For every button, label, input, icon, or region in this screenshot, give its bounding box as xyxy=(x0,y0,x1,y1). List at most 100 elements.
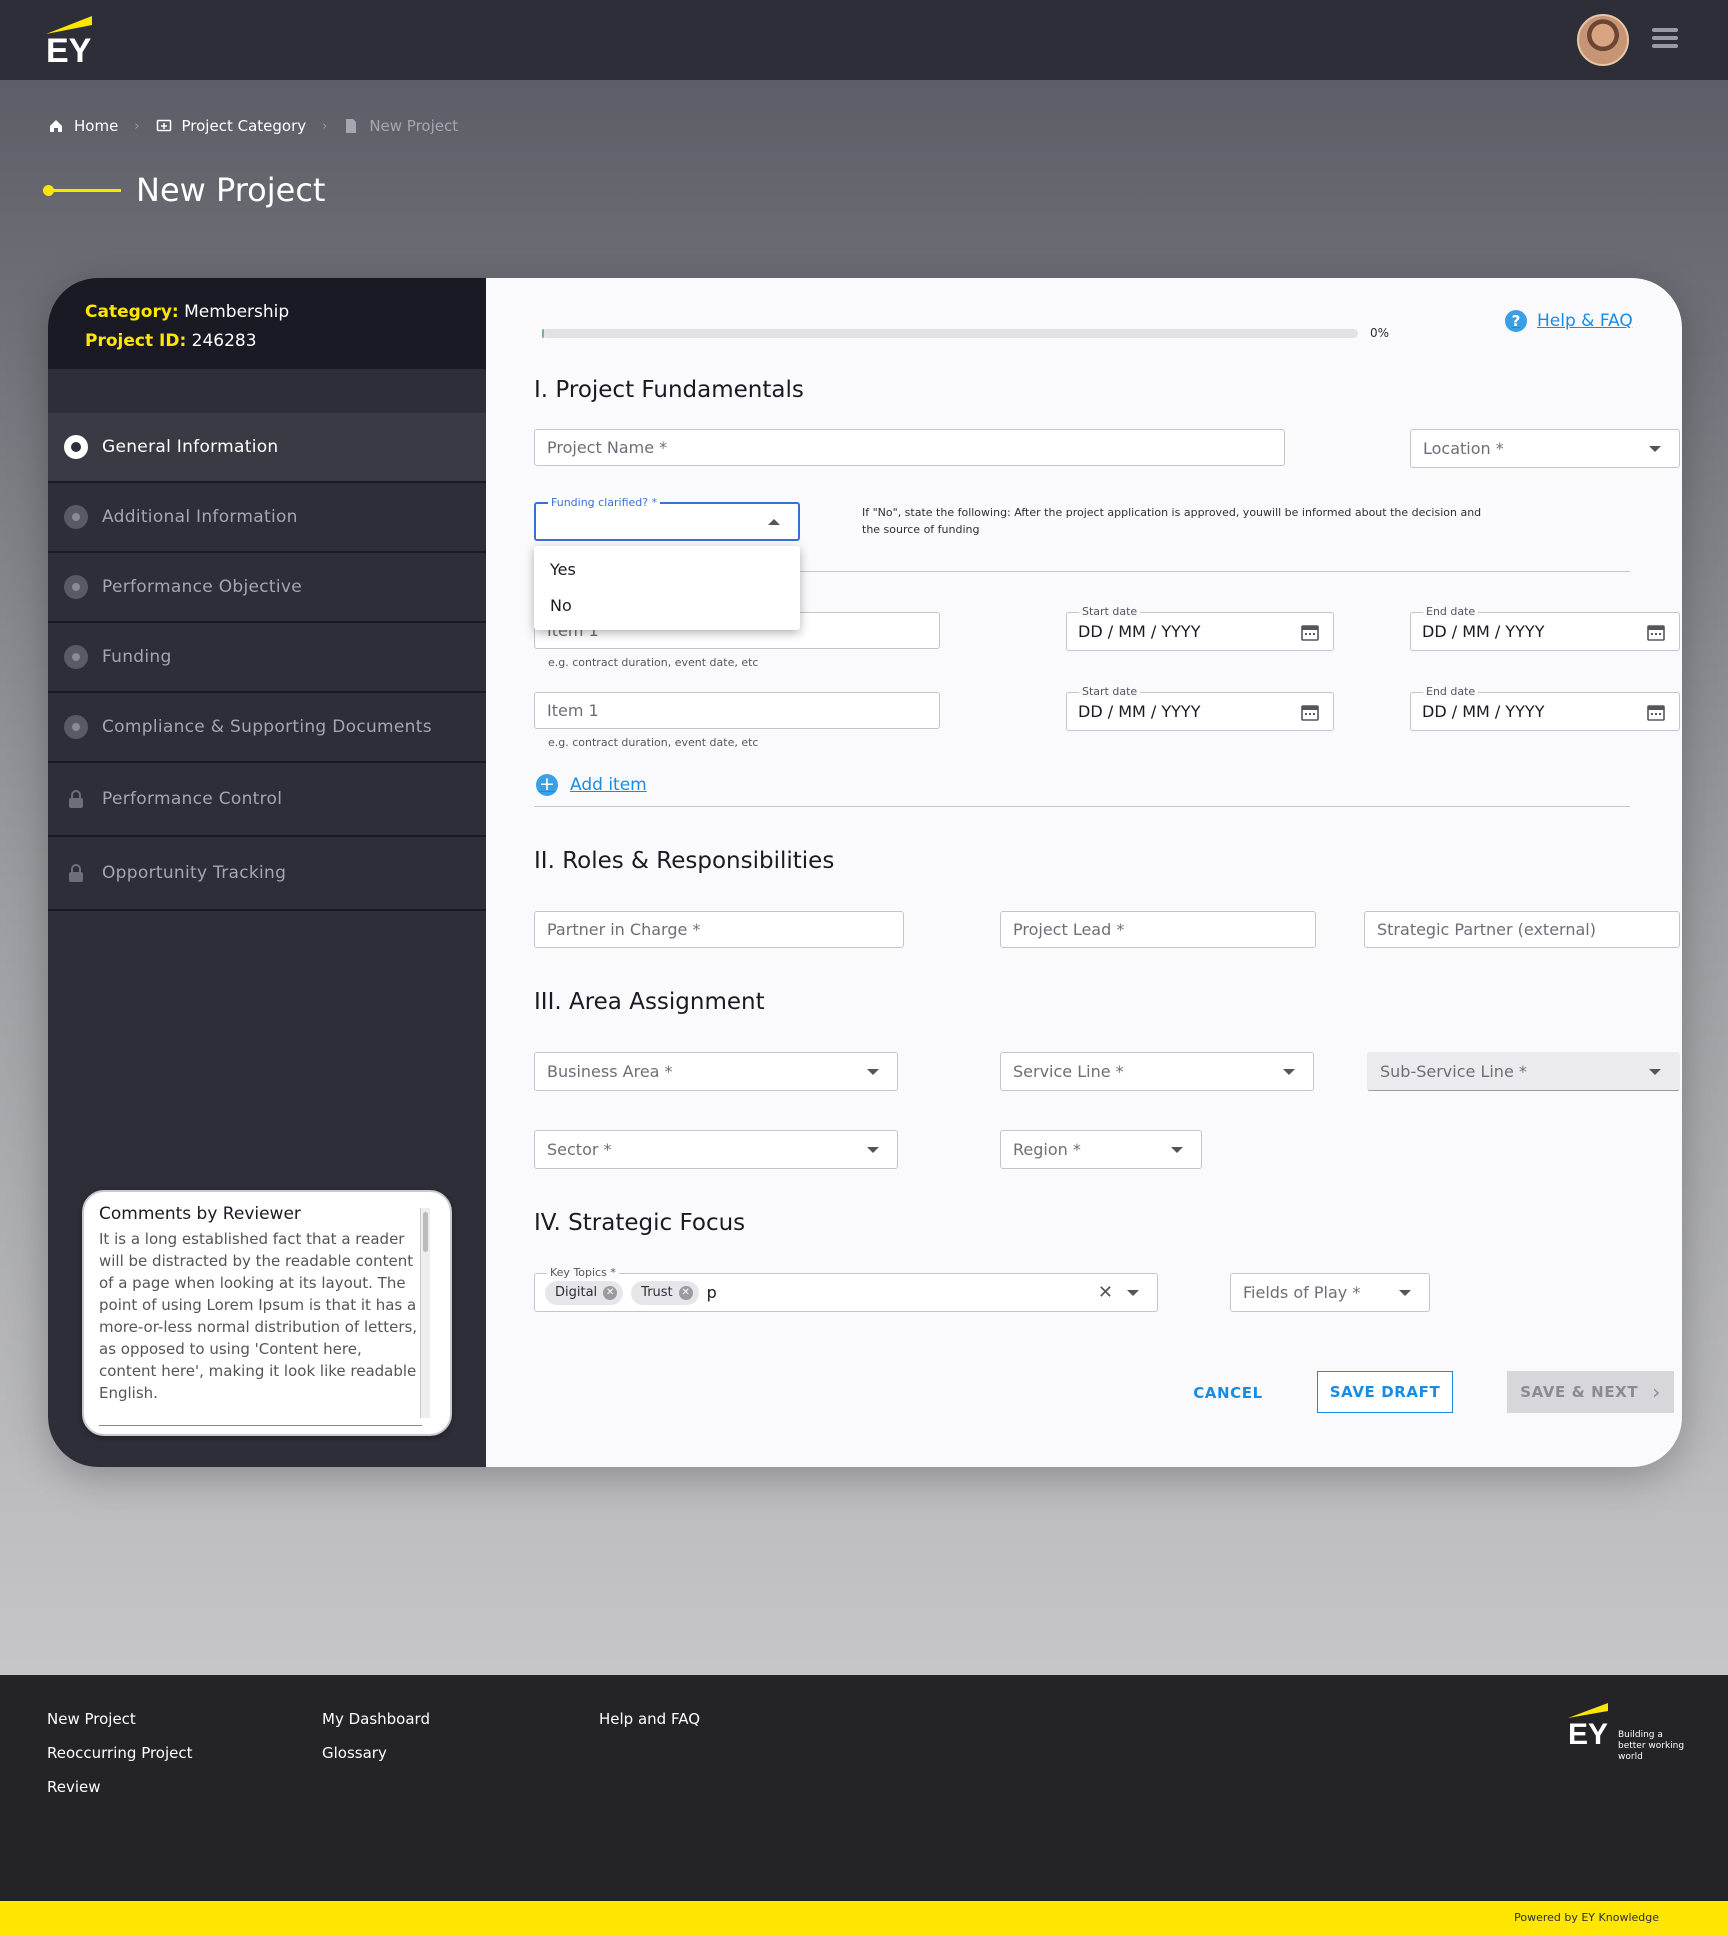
chevron-down-icon xyxy=(1127,1289,1139,1296)
add-item-label: Add item xyxy=(570,775,647,795)
save-next-label: SAVE & NEXT xyxy=(1520,1383,1639,1401)
help-faq-link[interactable]: ? Help & FAQ xyxy=(1505,310,1633,332)
chevron-down-icon xyxy=(1649,445,1661,452)
category-value: Membership xyxy=(184,302,290,322)
item-placeholder: Item 1 xyxy=(547,701,599,720)
calendar-icon[interactable] xyxy=(1301,703,1319,721)
partner-in-charge-input[interactable]: Partner in Charge * xyxy=(534,911,904,948)
nav-compliance[interactable]: Compliance & Supporting Documents xyxy=(48,693,486,763)
footer-link-reoccurring[interactable]: Reoccurring Project xyxy=(47,1744,193,1762)
chip-trust[interactable]: Trust ✕ xyxy=(631,1280,699,1305)
region-select[interactable]: Region * xyxy=(1000,1130,1202,1169)
save-draft-button[interactable]: SAVE DRAFT xyxy=(1317,1371,1453,1413)
progress-bar xyxy=(542,329,1358,338)
footer-link-glossary[interactable]: Glossary xyxy=(322,1744,387,1762)
chip-label: Digital xyxy=(555,1285,598,1300)
title-accent-line xyxy=(43,189,121,192)
chevron-down-icon xyxy=(1283,1068,1295,1075)
item-input-2[interactable]: Item 1 xyxy=(534,692,940,729)
end-date-1[interactable]: End date DD / MM / YYYY xyxy=(1410,605,1680,651)
nav-label: Compliance & Supporting Documents xyxy=(102,717,432,737)
sidebar: Category: Membership Project ID: 246283 … xyxy=(48,278,486,1467)
breadcrumb-home-label: Home xyxy=(74,117,119,135)
add-item-button[interactable]: + Add item xyxy=(536,774,647,796)
key-topics-autocomplete[interactable]: Key Topics * Digital ✕ Trust ✕ p ✕ xyxy=(534,1266,1158,1312)
footer-link-review[interactable]: Review xyxy=(47,1778,101,1796)
funding-clarified-select[interactable]: Funding clarified? * xyxy=(534,496,800,541)
svg-text:EY: EY xyxy=(1568,1718,1608,1747)
ey-logo[interactable]: EY xyxy=(46,14,96,66)
key-topics-typed-text: p xyxy=(706,1283,717,1302)
chip-remove-icon[interactable]: ✕ xyxy=(603,1285,618,1300)
end-date-value: DD / MM / YYYY xyxy=(1422,702,1545,721)
nav-general-information[interactable]: General Information xyxy=(48,413,486,483)
project-name-input[interactable]: Project Name * xyxy=(534,429,1285,466)
strategic-partner-input[interactable]: Strategic Partner (external) xyxy=(1364,911,1680,948)
start-date-value: DD / MM / YYYY xyxy=(1078,622,1201,641)
end-date-2[interactable]: End date DD / MM / YYYY xyxy=(1410,685,1680,731)
footer-link-dashboard[interactable]: My Dashboard xyxy=(322,1710,430,1728)
nav-performance-objective[interactable]: Performance Objective xyxy=(48,553,486,623)
project-card: Category: Membership Project ID: 246283 … xyxy=(48,278,1682,1467)
comments-scrollbar[interactable] xyxy=(420,1208,430,1418)
key-topics-label: Key Topics * xyxy=(547,1266,619,1279)
comments-text: It is a long established fact that a rea… xyxy=(99,1230,418,1402)
breadcrumb-home[interactable]: Home xyxy=(48,117,118,135)
calendar-icon[interactable] xyxy=(1301,623,1319,641)
location-select[interactable]: Location * xyxy=(1410,429,1680,468)
section-roles: II. Roles & Responsibilities xyxy=(534,848,835,874)
save-next-button: SAVE & NEXT › xyxy=(1507,1371,1674,1413)
breadcrumb: Home › Project Category › New Project xyxy=(48,117,458,135)
nav-label: General Information xyxy=(102,437,279,457)
sub-service-line-select: Sub-Service Line * xyxy=(1367,1052,1680,1091)
top-bar: EY xyxy=(0,0,1728,80)
help-icon: ? xyxy=(1505,310,1527,332)
radio-icon xyxy=(64,435,88,459)
service-line-select[interactable]: Service Line * xyxy=(1000,1052,1314,1091)
project-name-placeholder: Project Name * xyxy=(547,438,668,457)
project-lead-input[interactable]: Project Lead * xyxy=(1000,911,1316,948)
nav-funding[interactable]: Funding xyxy=(48,623,486,693)
nav-additional-information[interactable]: Additional Information xyxy=(48,483,486,553)
funding-label: Funding clarified? * xyxy=(548,496,661,509)
chevron-right-icon: › xyxy=(1652,1380,1661,1404)
category-label: Category: xyxy=(85,302,179,322)
strategic-placeholder: Strategic Partner (external) xyxy=(1377,920,1596,939)
hamburger-menu-icon[interactable] xyxy=(1652,28,1678,52)
category-box: Category: Membership Project ID: 246283 xyxy=(48,278,486,369)
bottom-bar: Powered by EY Knowledge xyxy=(0,1901,1728,1935)
lock-icon xyxy=(64,861,88,885)
start-date-label: Start date xyxy=(1079,685,1141,698)
plus-icon: + xyxy=(536,774,558,796)
breadcrumb-project-category[interactable]: Project Category xyxy=(156,117,306,135)
chevron-down-icon xyxy=(1399,1289,1411,1296)
start-date-1[interactable]: Start date DD / MM / YYYY xyxy=(1066,605,1334,651)
footer-link-help[interactable]: Help and FAQ xyxy=(599,1710,700,1728)
cancel-button[interactable]: CANCEL xyxy=(1178,1372,1278,1414)
end-date-label: End date xyxy=(1423,685,1479,698)
svg-text:EY: EY xyxy=(46,32,92,66)
radio-icon xyxy=(64,645,88,669)
calendar-icon[interactable] xyxy=(1647,623,1665,641)
nav-label: Funding xyxy=(102,647,172,667)
form-area: 0% ? Help & FAQ I. Project Fundamentals … xyxy=(486,278,1682,1467)
funding-option-no[interactable]: No xyxy=(534,588,800,624)
nav-label: Opportunity Tracking xyxy=(102,863,287,883)
radio-icon xyxy=(64,715,88,739)
chevron-down-icon xyxy=(1171,1146,1183,1153)
start-date-2[interactable]: Start date DD / MM / YYYY xyxy=(1066,685,1334,731)
footer-link-new-project[interactable]: New Project xyxy=(47,1710,136,1728)
fields-of-play-placeholder: Fields of Play * xyxy=(1243,1283,1361,1302)
clear-icon[interactable]: ✕ xyxy=(1098,1282,1113,1303)
funding-option-yes[interactable]: Yes xyxy=(534,552,800,588)
breadcrumb-current-label: New Project xyxy=(369,117,459,135)
chip-remove-icon[interactable]: ✕ xyxy=(678,1285,693,1300)
user-avatar[interactable] xyxy=(1577,14,1629,66)
chip-digital[interactable]: Digital ✕ xyxy=(545,1280,624,1305)
fields-of-play-select[interactable]: Fields of Play * xyxy=(1230,1273,1430,1312)
business-area-select[interactable]: Business Area * xyxy=(534,1052,898,1091)
project-id-label: Project ID: xyxy=(85,331,187,351)
section-area-assignment: III. Area Assignment xyxy=(534,989,765,1015)
calendar-icon[interactable] xyxy=(1647,703,1665,721)
sector-select[interactable]: Sector * xyxy=(534,1130,898,1169)
